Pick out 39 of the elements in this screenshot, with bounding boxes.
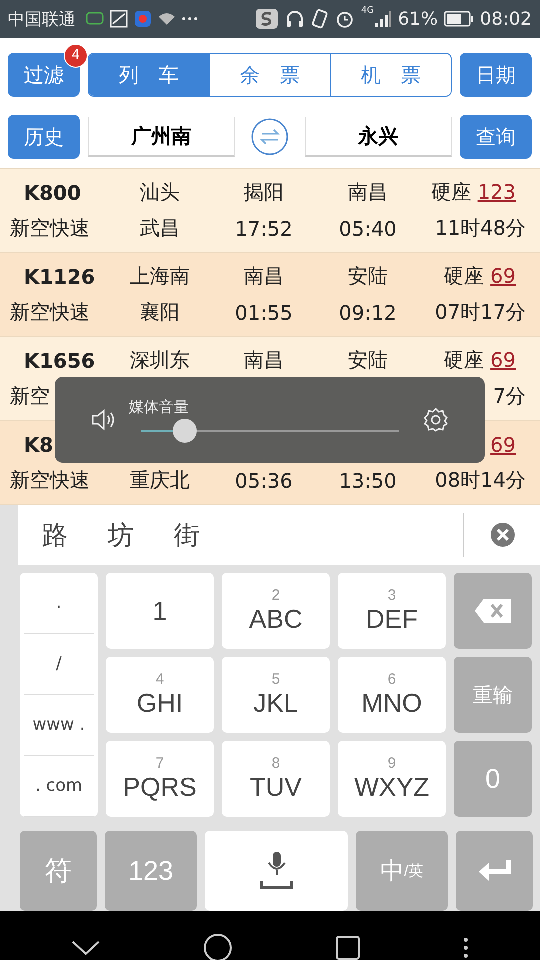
- seat-type: 硬座: [444, 348, 484, 372]
- terminus-station: 武昌: [140, 215, 180, 242]
- train-number: K8: [24, 432, 54, 456]
- board-station: 南昌: [244, 263, 284, 290]
- origin-station: 深圳东: [130, 347, 190, 374]
- network-type: 4G: [361, 6, 374, 16]
- terminus-station: 重庆北: [130, 467, 190, 494]
- terminus-station: 襄阳: [140, 299, 180, 326]
- board-station: 揭阳: [244, 179, 284, 206]
- arrive-time: 09:12: [339, 300, 397, 324]
- origin-station: 上海南: [130, 263, 190, 290]
- train-number: K800: [24, 180, 82, 204]
- origin-station: 汕头: [140, 179, 180, 206]
- duration: 7分: [493, 383, 526, 410]
- duration: 07时17分: [435, 299, 526, 326]
- train-type: 新空快速: [10, 467, 90, 494]
- seat-type: 硬座: [431, 180, 472, 204]
- battery-percent: 61%: [398, 8, 438, 30]
- train-type: 新空: [10, 383, 50, 410]
- carrier-name: 中国联通: [8, 8, 76, 30]
- train-number: K1126: [24, 264, 96, 288]
- train-type: 新空快速: [10, 299, 90, 326]
- alight-station: 安陆: [348, 347, 388, 374]
- train-type: 新空快速: [10, 215, 90, 242]
- clock: 08:02: [480, 8, 532, 30]
- duration: 08时14分: [435, 467, 526, 494]
- seat-type: 硬座: [444, 264, 484, 288]
- board-station: 南昌: [244, 347, 284, 374]
- arrive-time: 05:40: [339, 216, 397, 240]
- depart-time: 01:55: [235, 300, 293, 324]
- train-number: K1656: [24, 348, 96, 372]
- depart-time: 17:52: [235, 216, 293, 240]
- count-badge: 4: [64, 44, 88, 68]
- duration: 11时48分: [435, 215, 526, 242]
- volume-title: 媒体音量: [129, 398, 189, 416]
- alight-station: 安陆: [348, 263, 388, 290]
- alight-station: 南昌: [348, 179, 388, 206]
- depart-time: 05:36: [235, 468, 293, 492]
- arrive-time: 13:50: [339, 468, 397, 492]
